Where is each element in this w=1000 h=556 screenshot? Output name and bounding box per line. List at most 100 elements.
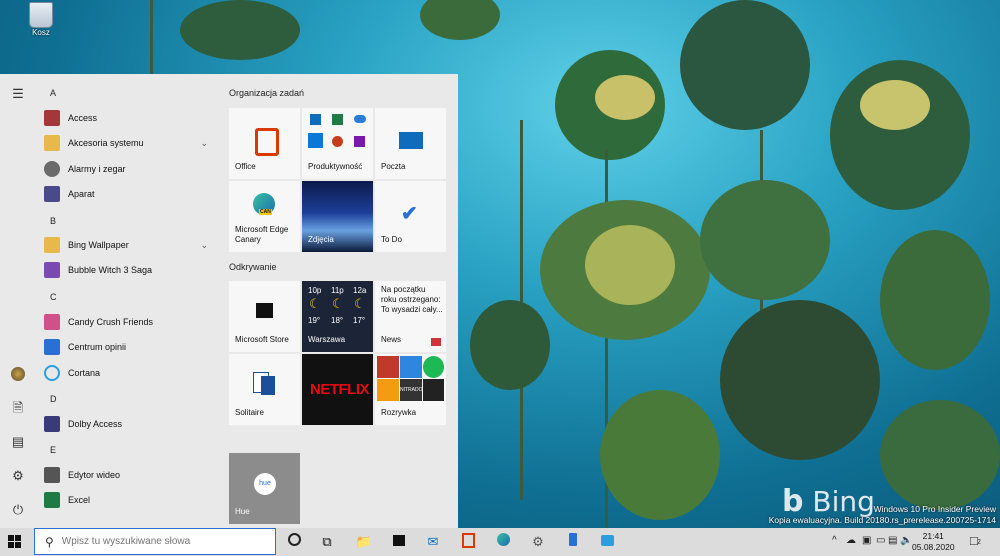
app-item-bubble-witch[interactable]: Bubble Witch 3 Saga <box>44 259 214 281</box>
tile-weather[interactable]: 10p 11p 12a ☾ ☾ ☾ 19° 18° 17° Warszawa <box>302 281 373 352</box>
settings-icon[interactable]: ⚙ <box>529 533 547 551</box>
game-thumb <box>377 356 399 378</box>
tile-play[interactable]: NITRADO Rozrywka <box>375 354 446 425</box>
game-thumb <box>377 379 399 401</box>
app-item-akcesoria-systemu[interactable]: Akcesoria systemu ⌄ <box>44 132 214 154</box>
wallpaper-rock <box>880 400 1000 510</box>
letter-header-d[interactable]: D <box>50 394 57 404</box>
action-center-icon[interactable]: □ 2 <box>970 533 981 548</box>
chevron-down-icon: ⌄ <box>200 137 208 148</box>
tile-mail[interactable]: Poczta <box>375 108 446 179</box>
office-icon <box>255 128 279 156</box>
group-title-odkrywanie[interactable]: Odkrywanie <box>229 262 277 272</box>
onedrive-icon <box>354 115 366 123</box>
network-icon[interactable]: ▤ <box>888 535 897 546</box>
cards-icon <box>261 376 275 395</box>
letter-header-e[interactable]: E <box>50 445 56 455</box>
app-item-aparat[interactable]: Aparat <box>44 183 214 205</box>
documents-icon[interactable]: 🗎 <box>10 400 26 416</box>
app-item-excel[interactable]: Excel <box>44 489 214 511</box>
tile-photos[interactable]: Zdjęcia <box>302 181 373 252</box>
letter-header-b[interactable]: B <box>50 216 56 226</box>
edge-canary-icon[interactable] <box>494 533 512 551</box>
wallpaper-rock <box>600 390 720 520</box>
letter-header-a[interactable]: A <box>50 88 56 98</box>
group-title-organizacja[interactable]: Organizacja zadań <box>229 88 304 98</box>
hamburger-menu-icon[interactable]: ☰ <box>10 86 26 102</box>
app-item-candy-crush[interactable]: Candy Crush Friends <box>44 311 214 333</box>
clock-icon <box>44 161 60 177</box>
windows-logo-icon <box>15 535 21 541</box>
show-hidden-icons-chevron-icon[interactable]: ^ <box>832 535 837 546</box>
desktop-icon-recycle-bin[interactable]: Kosz <box>26 2 56 37</box>
letter-header-c[interactable]: C <box>50 292 57 302</box>
cortana-circle-icon[interactable] <box>285 533 303 551</box>
power-icon[interactable]: ⏻ <box>10 502 26 518</box>
tile-microsoft-store[interactable]: Microsoft Store <box>229 281 300 352</box>
pictures-icon[interactable]: ▤ <box>10 434 26 450</box>
tile-solitaire[interactable]: Solitaire <box>229 354 300 425</box>
wallpaper-rock <box>680 0 810 130</box>
onenote-icon <box>354 136 365 147</box>
battery-icon[interactable]: ▭ <box>876 535 885 546</box>
feedback-icon <box>44 339 60 355</box>
feedback-hub-icon[interactable] <box>598 533 616 551</box>
start-button[interactable] <box>8 535 22 549</box>
taskbar: ⚲ ⧉ 📁 ✉ ⚙ ^ ☁ ▣ ▭ ▤ 🔈 21:41 05.08.2020 □… <box>0 528 1000 556</box>
tile-netflix[interactable]: NETFLIX <box>302 354 373 425</box>
wallpaper-rock <box>585 225 675 305</box>
game-thumb <box>400 356 422 378</box>
wallpaper-rock <box>470 300 550 390</box>
store-bag-icon <box>256 303 273 318</box>
recycle-bin-icon <box>29 2 53 28</box>
windows-logo-icon <box>15 542 21 548</box>
tile-office[interactable]: Office <box>229 108 300 179</box>
wallpaper-rock <box>860 80 930 130</box>
tile-news[interactable]: Na początku roku ostrzegano: To wysadzi … <box>375 281 446 352</box>
weather-temp-2: 18° <box>331 316 344 325</box>
task-view-icon[interactable]: ⧉ <box>318 533 336 551</box>
spotify-icon <box>423 356 444 378</box>
app-item-access[interactable]: Access <box>44 107 214 129</box>
app-item-bing-wallpaper[interactable]: Bing Wallpaper ⌄ <box>44 234 214 256</box>
camera-tray-icon[interactable]: ▣ <box>862 535 871 546</box>
store-icon[interactable] <box>390 533 408 551</box>
start-rail: ☰ 🗎 ▤ ⚙ ⏻ <box>0 74 36 528</box>
build-watermark: Windows 10 Pro Insider Preview Kopia ewa… <box>769 504 996 526</box>
app-item-cortana[interactable]: Cortana <box>44 362 214 384</box>
clock-date: 05.08.2020 <box>912 542 955 552</box>
watermark-edition: Windows 10 Pro Insider Preview <box>873 504 996 514</box>
weather-time-2: 11p <box>331 286 344 295</box>
system-clock[interactable]: 21:41 05.08.2020 <box>912 531 955 553</box>
taskbar-search-box[interactable]: ⚲ <box>34 528 276 555</box>
phone-app-icon[interactable] <box>564 533 582 551</box>
tile-productivity[interactable]: Produktywność <box>302 108 373 179</box>
tile-todo[interactable]: ✔ To Do <box>375 181 446 252</box>
tile-hue[interactable]: hue Hue <box>229 453 300 524</box>
app-item-dolby-access[interactable]: Dolby Access <box>44 413 214 435</box>
excel-icon <box>44 492 60 508</box>
powerpoint-icon <box>332 136 343 147</box>
weather-time-1: 10p <box>308 286 322 295</box>
wallpaper-rock <box>420 0 500 40</box>
user-avatar[interactable] <box>10 366 26 382</box>
search-input[interactable] <box>59 535 264 548</box>
tile-edge-canary[interactable]: CAN Microsoft Edge Canary <box>229 181 300 252</box>
cloud-icon[interactable]: ☁ <box>846 535 856 546</box>
app-item-centrum-opinii[interactable]: Centrum opinii <box>44 336 214 358</box>
cortana-icon <box>44 365 60 381</box>
app-item-alarmy-i-zegar[interactable]: Alarmy i zegar <box>44 158 214 180</box>
file-explorer-icon[interactable]: 📁 <box>355 533 373 551</box>
excel-icon <box>332 114 343 125</box>
app-item-edytor-wideo[interactable]: Edytor wideo <box>44 464 214 486</box>
settings-gear-icon[interactable]: ⚙ <box>10 468 26 484</box>
notification-count: 2 <box>977 539 981 546</box>
volume-icon[interactable]: 🔈 <box>900 535 912 546</box>
outlook-icon <box>310 114 321 125</box>
mail-icon[interactable]: ✉ <box>424 533 442 551</box>
wallpaper-rock <box>880 230 990 370</box>
bubble-witch-icon <box>44 262 60 278</box>
office-icon[interactable] <box>459 533 477 551</box>
moon-icon: ☾ <box>332 296 344 311</box>
avatar-icon <box>11 367 25 381</box>
